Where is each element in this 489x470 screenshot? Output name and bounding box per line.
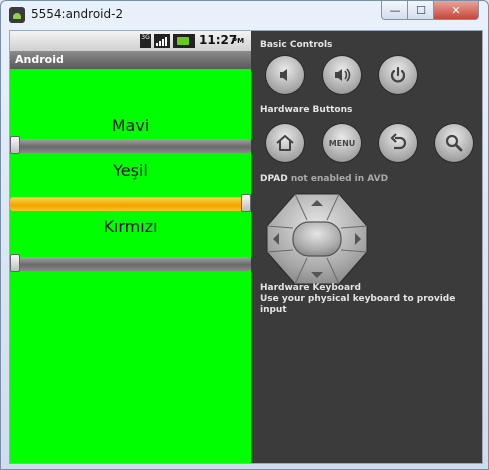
slider-thumb[interactable] [10,254,20,272]
volume-up-icon [335,68,351,82]
window-title: 5554:android-2 [31,7,124,21]
emulator-window: 5554:android-2 — ☐ ✕ 3G 11:27 PM Android… [0,0,489,470]
back-button[interactable] [379,124,417,162]
dpad-heading: DPAD not enabled in AVD [260,174,388,184]
search-button[interactable] [435,124,473,162]
back-icon [390,133,407,150]
status-bar: 3G 11:27 PM [10,31,251,51]
hardware-buttons-heading: Hardware Buttons [260,105,353,115]
device-screen[interactable]: 3G 11:27 PM Android Mavi Yeşil Kırmızı [10,31,251,463]
network-3g-icon: 3G [140,34,151,48]
dpad-control[interactable] [265,192,369,286]
app-title-bar: Android [10,51,251,69]
menu-button[interactable]: MENU [323,124,361,162]
keyboard-note: Use your physical keyboard to provide in… [260,294,456,315]
battery-icon [173,34,195,48]
volume-down-button[interactable] [266,56,304,94]
home-button[interactable] [266,124,304,162]
slider-thumb[interactable] [241,194,251,212]
dpad-heading-label: DPAD [260,174,288,184]
slider-mavi[interactable] [10,136,251,154]
basic-controls-heading: Basic Controls [260,40,333,50]
android-app-icon [9,7,25,23]
label-mavi: Mavi [111,116,150,135]
maximize-button[interactable]: ☐ [407,1,435,20]
menu-button-label: MENU [328,138,356,148]
label-yesil: Yeşil [113,161,148,180]
keyboard-info: Hardware Keyboard Use your physical keyb… [260,283,482,316]
clock-ampm: PM [232,37,245,45]
dpad-status: not enabled in AVD [290,174,389,184]
slider-thumb[interactable] [10,136,20,154]
volume-down-icon [280,69,287,81]
slider-fill [10,197,251,211]
app-title: Android [15,53,64,66]
search-icon [445,134,463,152]
minimize-button[interactable]: — [381,1,409,20]
slider-yesil[interactable] [10,194,251,212]
dpad-center-button [292,221,342,257]
signal-icon [154,34,170,48]
power-icon [390,66,406,83]
keyboard-heading: Hardware Keyboard [260,283,361,293]
label-kirmizi: Kırmızı [103,217,158,236]
power-button[interactable] [379,56,417,94]
title-bar[interactable]: 5554:android-2 — ☐ ✕ [1,1,488,29]
home-icon [276,135,294,151]
close-button[interactable]: ✕ [433,1,479,20]
slider-kirmizi[interactable] [10,254,251,272]
emulator-client: 3G 11:27 PM Android Mavi Yeşil Kırmızı B… [9,30,483,464]
volume-up-button[interactable] [323,56,361,94]
